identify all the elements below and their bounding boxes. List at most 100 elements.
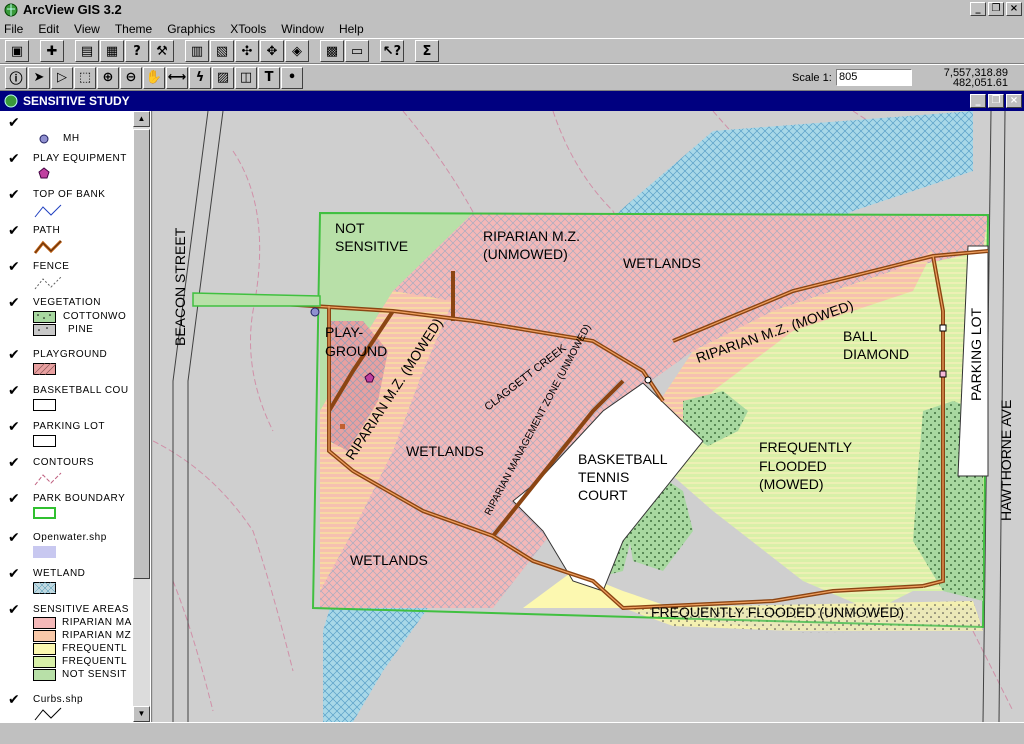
clear-selection-icon[interactable]: ▭ <box>345 40 369 62</box>
sa-item-label: RIPARIAN MA <box>62 617 132 628</box>
play-equipment-marker-icon <box>939 370 947 378</box>
theme-properties-icon[interactable]: ▤ <box>75 40 99 62</box>
find-icon[interactable]: ▧ <box>210 40 234 62</box>
label-hawthorne-ave: HAWTHORNE AVE <box>998 400 1014 521</box>
label-riparian-unmowed-2: (UNMOWED) <box>483 246 568 262</box>
visibility-checkbox[interactable]: ✔ <box>8 566 20 582</box>
visibility-checkbox[interactable]: ✔ <box>8 530 20 546</box>
basketball-swatch-icon <box>33 399 56 411</box>
layer-name: FENCE <box>33 261 70 272</box>
zoom-in-icon[interactable]: ⊕ <box>97 66 119 89</box>
draw-point-icon[interactable]: • <box>281 66 303 89</box>
frequently-flooded-mowed-swatch-icon <box>33 656 56 668</box>
table-of-contents: ✔ MH ✔ PLAY EQUIPMENT ✔ TOP OF BANK ✔ PA… <box>0 111 152 722</box>
identify-icon[interactable]: ⓘ <box>5 66 27 89</box>
menu-xtools[interactable]: XTools <box>230 22 266 36</box>
openwater-swatch-icon <box>33 546 56 558</box>
visibility-checkbox[interactable]: ✔ <box>8 223 20 239</box>
restore-button[interactable]: ❐ <box>988 2 1004 16</box>
cottonwood-label: COTTONWO <box>63 311 127 322</box>
visibility-checkbox[interactable]: ✔ <box>8 383 20 399</box>
area-of-interest-icon[interactable]: ▨ <box>212 66 234 89</box>
zoom-full-icon[interactable]: ✣ <box>235 40 259 62</box>
save-project-icon[interactable]: ▣ <box>5 40 29 62</box>
boundary-swatch-icon <box>33 507 56 519</box>
view-icon <box>4 94 18 108</box>
curbs-symbol-icon <box>34 707 62 721</box>
menu-bar: File Edit View Theme Graphics XTools Win… <box>0 19 1024 38</box>
locate-address-icon[interactable]: ▥ <box>185 40 209 62</box>
visibility-checkbox[interactable]: ✔ <box>8 692 20 708</box>
menu-view[interactable]: View <box>74 22 100 36</box>
label-not-sensitive-1: NOT <box>335 220 365 236</box>
visibility-checkbox[interactable]: ✔ <box>8 115 20 131</box>
visibility-checkbox[interactable]: ✔ <box>8 455 20 471</box>
visibility-checkbox[interactable]: ✔ <box>8 347 20 363</box>
scroll-up-icon[interactable]: ▲ <box>133 111 150 127</box>
sigma-icon[interactable]: Σ <box>415 40 439 62</box>
vertex-edit-icon[interactable]: ▷ <box>51 66 73 89</box>
layer-name: PARK BOUNDARY <box>33 493 126 504</box>
edit-legend-icon[interactable]: ▦ <box>100 40 124 62</box>
visibility-checkbox[interactable]: ✔ <box>8 259 20 275</box>
open-table-icon[interactable]: ? <box>125 40 149 62</box>
map-canvas[interactable]: NOT SENSITIVE RIPARIAN M.Z. (UNMOWED) WE… <box>153 111 1024 722</box>
view-restore-button[interactable]: ❐ <box>988 94 1004 108</box>
pan-icon[interactable]: ✋ <box>143 66 165 89</box>
view-titlebar: SENSITIVE STUDY _ ❐ × <box>0 91 1024 111</box>
visibility-checkbox[interactable]: ✔ <box>8 491 20 507</box>
cottonwood-swatch-icon <box>33 311 56 323</box>
scale-input[interactable]: 805 <box>836 69 912 86</box>
visibility-checkbox[interactable]: ✔ <box>8 151 20 167</box>
mh-symbol-icon <box>39 134 49 144</box>
view-close-button[interactable]: × <box>1006 94 1022 108</box>
scroll-down-icon[interactable]: ▼ <box>133 706 150 722</box>
mh-marker-icon <box>644 376 652 384</box>
label-wetlands-bottom: WETLANDS <box>350 552 428 568</box>
parking-swatch-icon <box>33 435 56 447</box>
view-minimize-button[interactable]: _ <box>970 94 986 108</box>
app-title: ArcView GIS 3.2 <box>23 2 122 17</box>
label-not-sensitive-2: SENSITIVE <box>335 238 408 254</box>
sa-item-label: NOT SENSIT <box>62 669 127 680</box>
pine-label: PINE <box>68 324 94 335</box>
visibility-checkbox[interactable]: ✔ <box>8 295 20 311</box>
close-button[interactable]: × <box>1006 2 1022 16</box>
visibility-checkbox[interactable]: ✔ <box>8 419 20 435</box>
arcview-globe-icon <box>4 3 18 16</box>
wetland-swatch-icon <box>33 582 57 594</box>
help-cursor-icon[interactable]: ↖? <box>380 40 404 62</box>
minimize-button[interactable]: _ <box>970 2 986 16</box>
play-equipment-symbol-icon <box>38 167 50 179</box>
zoom-out-icon[interactable]: ⊖ <box>120 66 142 89</box>
menu-theme[interactable]: Theme <box>115 22 152 36</box>
sa-item-label: FREQUENTL <box>62 656 128 667</box>
label-riparian-unmowed-1: RIPARIAN M.Z. <box>483 228 580 244</box>
menu-edit[interactable]: Edit <box>38 22 59 36</box>
measure-icon[interactable]: ⟷ <box>166 66 188 89</box>
visibility-checkbox[interactable]: ✔ <box>8 187 20 203</box>
label-icon[interactable]: ◫ <box>235 66 257 89</box>
status-bar <box>0 722 1024 744</box>
select-feature-icon[interactable]: ⬚ <box>74 66 96 89</box>
label-beacon-street: BEACON STREET <box>172 227 188 346</box>
query-icon[interactable]: ⚒ <box>150 40 174 62</box>
visibility-checkbox[interactable]: ✔ <box>8 602 20 618</box>
menu-file[interactable]: File <box>4 22 23 36</box>
not-sensitive-swatch-icon <box>33 669 56 681</box>
hotlink-icon[interactable]: ϟ <box>189 66 211 89</box>
menu-help[interactable]: Help <box>339 22 364 36</box>
select-by-theme-icon[interactable]: ▩ <box>320 40 344 62</box>
label-wetlands-mid: WETLANDS <box>406 443 484 459</box>
zoom-active-icon[interactable]: ✥ <box>260 40 284 62</box>
toc-scrollbar[interactable]: ▲ ▼ <box>133 111 150 722</box>
label-playground-1: PLAY- <box>325 324 363 340</box>
scroll-thumb[interactable] <box>133 129 150 579</box>
menu-graphics[interactable]: Graphics <box>167 22 215 36</box>
zoom-selected-icon[interactable]: ◈ <box>285 40 309 62</box>
pointer-icon[interactable]: ➤ <box>28 66 50 89</box>
add-theme-icon[interactable]: ✚ <box>40 40 64 62</box>
layer-name: PATH <box>33 225 61 236</box>
text-tool-icon[interactable]: T <box>258 66 280 89</box>
menu-window[interactable]: Window <box>281 22 324 36</box>
